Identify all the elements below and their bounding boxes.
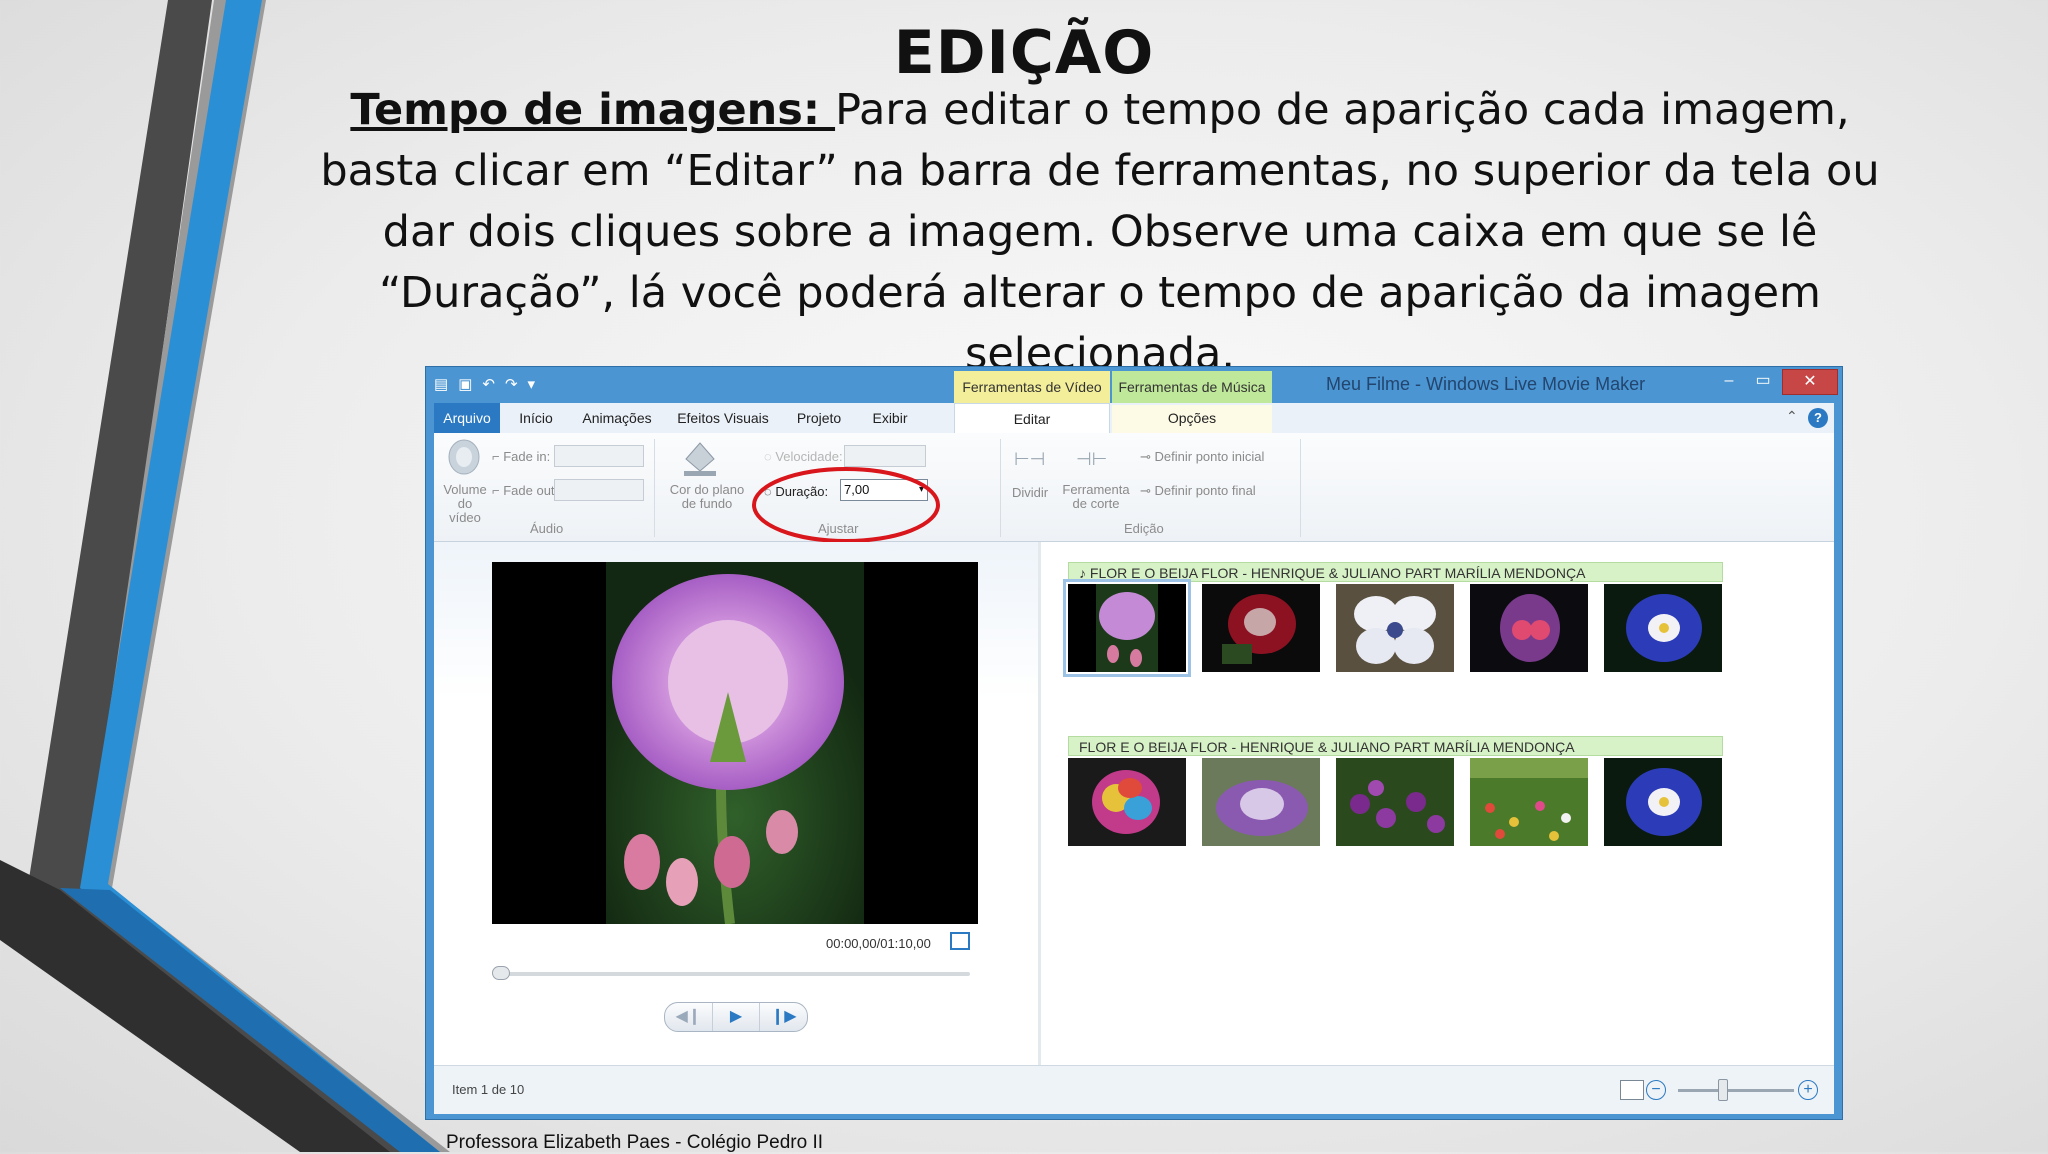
- trim-icon: ⊣⊢: [1076, 449, 1108, 469]
- storyboard-thumb[interactable]: [1336, 584, 1454, 672]
- customize-dropdown-icon[interactable]: ▾: [528, 375, 536, 393]
- maximize-button[interactable]: ▭: [1746, 369, 1780, 393]
- context-tab-video-tools[interactable]: Ferramentas de Vídeo: [954, 371, 1110, 403]
- next-frame-button[interactable]: ❙▶: [759, 1003, 807, 1031]
- zoom-out-button[interactable]: −: [1646, 1080, 1666, 1100]
- collapse-ribbon-icon[interactable]: ⌃: [1786, 408, 1798, 425]
- music-track-bar[interactable]: ♪ FLOR E O BEIJA FLOR - HENRIQUE & JULIA…: [1068, 562, 1723, 582]
- flower-field-thumb: [1470, 758, 1588, 846]
- violets-thumb: [1336, 758, 1454, 846]
- music-track-bar[interactable]: FLOR E O BEIJA FLOR - HENRIQUE & JULIANO…: [1068, 736, 1723, 756]
- undo-icon[interactable]: ↶: [482, 375, 495, 393]
- rose-thumb: [1202, 584, 1320, 672]
- storyboard-thumb[interactable]: [1336, 758, 1454, 846]
- tab-animations[interactable]: Animações: [574, 403, 660, 433]
- rainbow-rose-thumb: [1068, 758, 1186, 846]
- tab-options[interactable]: Opções: [1112, 403, 1272, 433]
- storyboard-thumb[interactable]: [1202, 758, 1320, 846]
- zoom-slider[interactable]: [1678, 1089, 1794, 1092]
- save-icon[interactable]: ▣: [458, 375, 472, 393]
- preview-pane: 00:00,00/01:10,00 ◀❙ ▶ ❙▶: [434, 542, 1038, 1065]
- orchid-thumb: [1336, 584, 1454, 672]
- item-count: Item 1 de 10: [452, 1082, 525, 1097]
- group-divider: [1000, 439, 1001, 537]
- edit-group-label: Edição: [1124, 521, 1164, 536]
- split-button[interactable]: Dividir: [1012, 485, 1048, 500]
- fade-out-label: ⌐ Fade out:: [492, 483, 559, 498]
- tab-file[interactable]: Arquivo: [434, 403, 500, 433]
- volume-icon: [448, 439, 480, 475]
- group-divider: [1300, 439, 1301, 537]
- slide-lead: Tempo de imagens:: [350, 85, 836, 135]
- fade-in-select[interactable]: [554, 445, 644, 467]
- volume-button[interactable]: Volume do vídeo: [442, 483, 488, 525]
- fullscreen-icon[interactable]: [950, 932, 970, 950]
- storyboard-thumb[interactable]: [1604, 758, 1722, 846]
- movie-maker-window: ▤ ▣ ↶ ↷ ▾ Ferramentas de Vídeo Ferrament…: [425, 366, 1843, 1120]
- storyboard-thumb[interactable]: [1063, 579, 1191, 677]
- context-tab-music-tools[interactable]: Ferramentas de Música: [1112, 371, 1272, 403]
- close-button[interactable]: ✕: [1782, 369, 1838, 395]
- storyboard: ♪ FLOR E O BEIJA FLOR - HENRIQUE & JULIA…: [1048, 542, 1834, 1065]
- slide-footer: Professora Elizabeth Paes - Colégio Pedr…: [446, 1132, 824, 1153]
- storyboard-thumb[interactable]: [1604, 584, 1722, 672]
- seek-thumb[interactable]: [492, 966, 510, 980]
- slide-title: EDIÇÃO: [893, 18, 1155, 88]
- music-note-icon: ♪: [1079, 565, 1086, 581]
- speed-select[interactable]: [844, 445, 926, 467]
- status-bar: Item 1 de 10 − +: [434, 1065, 1834, 1114]
- flower-thumb-1: [1068, 584, 1186, 672]
- set-end-point-button[interactable]: ⊸ Definir ponto final: [1140, 483, 1256, 499]
- speed-label: ◌ Velocidade:: [764, 449, 843, 464]
- flower-preview-image: [606, 562, 864, 924]
- zoom-slider-thumb[interactable]: [1718, 1079, 1728, 1101]
- tab-project[interactable]: Projeto: [784, 403, 854, 433]
- background-color-button[interactable]: Cor do plano de fundo: [662, 483, 752, 511]
- main-content: 00:00,00/01:10,00 ◀❙ ▶ ❙▶ ♪ FLOR E O BEI…: [434, 542, 1834, 1065]
- columbine-thumb: [1604, 584, 1722, 672]
- playback-controls: ◀❙ ▶ ❙▶: [664, 1002, 808, 1032]
- title-bar: ▤ ▣ ↶ ↷ ▾ Ferramentas de Vídeo Ferrament…: [426, 367, 1842, 403]
- tab-home[interactable]: Início: [506, 403, 566, 433]
- storyboard-thumb[interactable]: [1202, 584, 1320, 672]
- help-icon[interactable]: ?: [1808, 408, 1828, 428]
- orchid-purple-thumb: [1202, 758, 1320, 846]
- paint-bucket-icon: [684, 442, 716, 476]
- timecode: 00:00,00/01:10,00: [826, 936, 931, 951]
- zoom-in-button[interactable]: +: [1798, 1080, 1818, 1100]
- set-start-point-button[interactable]: ⊸ Definir ponto inicial: [1140, 449, 1264, 465]
- tab-view[interactable]: Exibir: [862, 403, 918, 433]
- pane-divider[interactable]: [1038, 542, 1041, 1065]
- play-button[interactable]: ▶: [711, 1003, 760, 1031]
- slide-body: Tempo de imagens: Para editar o tempo de…: [300, 80, 1900, 385]
- tab-edit[interactable]: Editar: [954, 403, 1110, 433]
- split-icon: ⊢⊣: [1014, 449, 1046, 469]
- ribbon-tabs: Arquivo Início Animações Efeitos Visuais…: [434, 403, 1834, 433]
- storyboard-thumb[interactable]: [1470, 758, 1588, 846]
- video-preview[interactable]: [492, 562, 978, 924]
- window-title: Meu Filme - Windows Live Movie Maker: [1326, 374, 1646, 394]
- tab-visual-effects[interactable]: Efeitos Visuais: [668, 403, 778, 433]
- fade-in-label: ⌐ Fade in:: [492, 449, 551, 464]
- audio-group-label: Áudio: [530, 521, 564, 536]
- minimize-button[interactable]: –: [1712, 369, 1746, 393]
- storyboard-thumb[interactable]: [1068, 758, 1186, 846]
- pink-flower-thumb: [1470, 584, 1588, 672]
- fade-out-select[interactable]: [554, 479, 644, 501]
- columbine-thumb-2: [1604, 758, 1722, 846]
- seek-bar[interactable]: [496, 972, 970, 976]
- previous-frame-button[interactable]: ◀❙: [665, 1003, 712, 1031]
- redo-icon[interactable]: ↷: [505, 375, 518, 393]
- storyboard-thumb[interactable]: [1470, 584, 1588, 672]
- trim-tool-button[interactable]: Ferramenta de corte: [1058, 483, 1134, 511]
- highlight-circle: [752, 467, 940, 543]
- group-divider: [654, 439, 655, 537]
- app-icon[interactable]: ▤: [434, 375, 448, 393]
- quick-access-toolbar: ▤ ▣ ↶ ↷ ▾: [434, 375, 535, 393]
- aspect-ratio-icon[interactable]: [1620, 1080, 1644, 1100]
- ribbon-edit: Volume do vídeo ⌐ Fade in: ⌐ Fade out: Á…: [434, 433, 1834, 543]
